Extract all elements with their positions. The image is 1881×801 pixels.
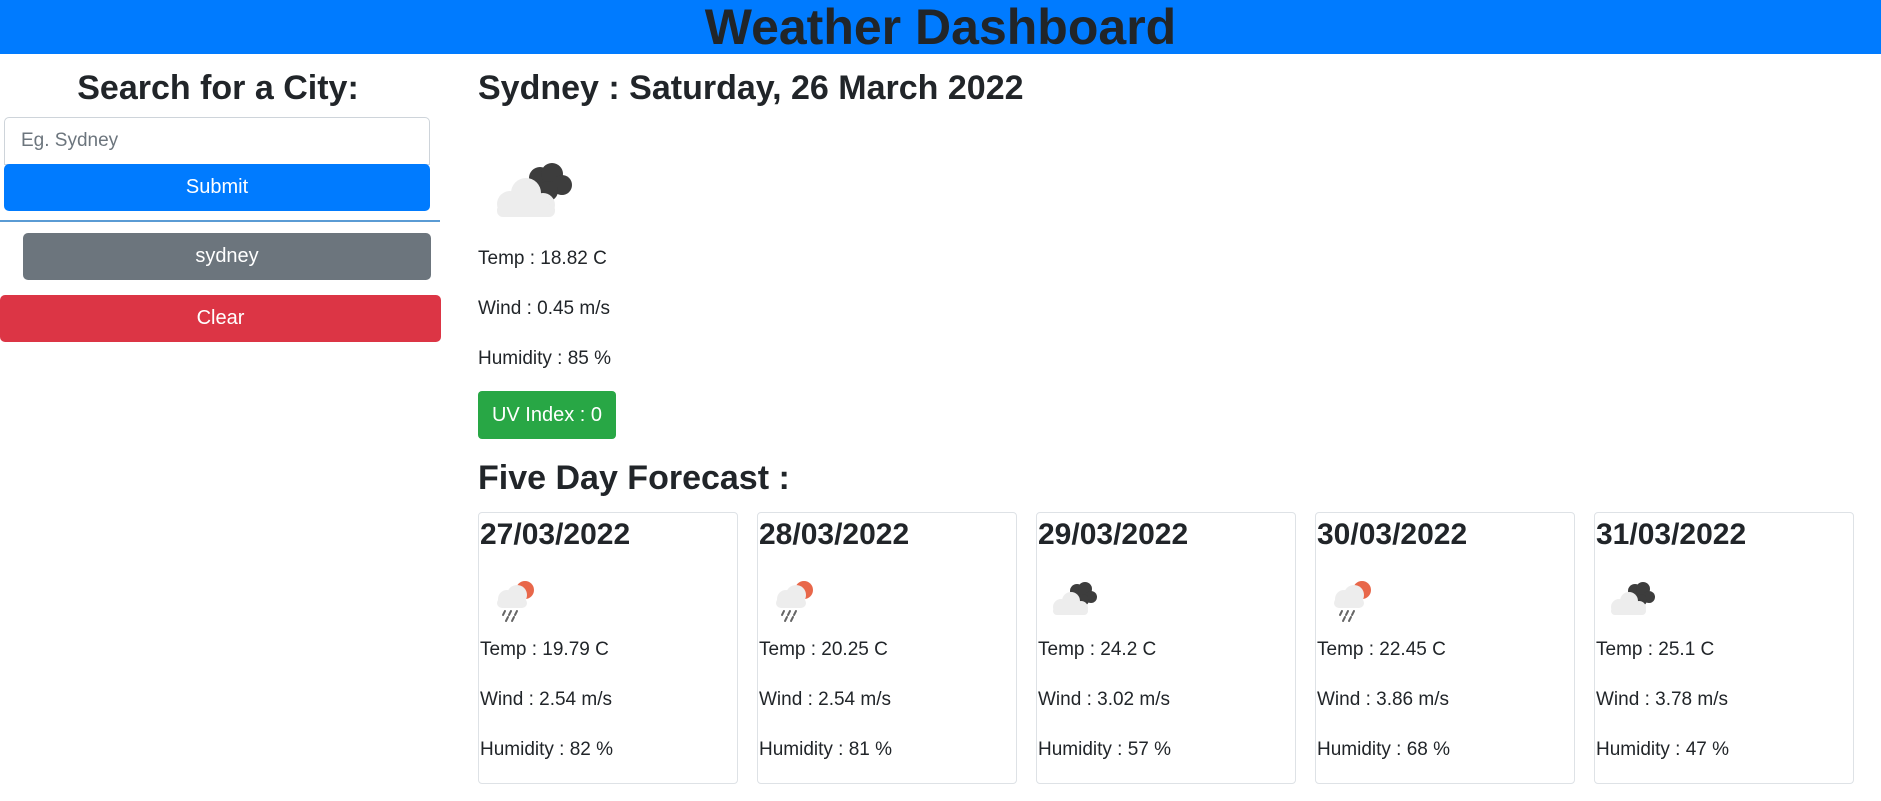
current-humidity: Humidity : 85 %	[478, 348, 612, 369]
forecast-temp: Temp : 22.45 C	[1317, 639, 1446, 660]
sidebar-divider	[0, 220, 440, 222]
city-search-input[interactable]	[4, 117, 430, 165]
forecast-humidity: Humidity : 68 %	[1317, 739, 1451, 760]
page-title: Weather Dashboard	[704, 0, 1177, 55]
forecast-card: 30/03/2022 Temp : 22.45 C Wind : 3.86 m/…	[1315, 512, 1575, 784]
overcast-clouds-icon	[1053, 582, 1097, 615]
forecast-humidity: Humidity : 82 %	[480, 739, 614, 760]
uv-index-badge: UV Index : 0	[478, 391, 616, 439]
forecast-card: 31/03/2022 Temp : 25.1 C Wind : 3.78 m/s…	[1594, 512, 1854, 784]
forecast-date: 29/03/2022	[1038, 518, 1189, 551]
light-rain-icon	[1334, 581, 1371, 622]
forecast-date: 30/03/2022	[1317, 518, 1468, 551]
forecast-wind: Wind : 3.86 m/s	[1317, 689, 1449, 710]
forecast-wind: Wind : 3.78 m/s	[1596, 689, 1728, 710]
forecast-card: 28/03/2022 Temp : 20.25 C Wind : 2.54 m/…	[757, 512, 1017, 784]
forecast-wind: Wind : 2.54 m/s	[480, 689, 612, 710]
search-heading: Search for a City:	[77, 69, 359, 107]
current-city-heading: Sydney : Saturday, 26 March 2022	[478, 69, 1024, 107]
app-header: Weather Dashboard	[0, 0, 1881, 54]
current-wind: Wind : 0.45 m/s	[478, 298, 610, 319]
forecast-humidity: Humidity : 81 %	[759, 739, 893, 760]
forecast-card: 29/03/2022 Temp : 24.2 C Wind : 3.02 m/s…	[1036, 512, 1296, 784]
forecast-humidity: Humidity : 57 %	[1038, 739, 1172, 760]
forecast-temp: Temp : 25.1 C	[1596, 639, 1715, 660]
forecast-card: 27/03/2022 Temp : 19.79 C Wind : 2.54 m/…	[478, 512, 738, 784]
light-rain-icon	[776, 581, 813, 622]
clear-button[interactable]: Clear	[0, 295, 441, 342]
forecast-temp: Temp : 20.25 C	[759, 639, 888, 660]
overcast-clouds-icon	[497, 163, 572, 217]
forecast-date: 28/03/2022	[759, 518, 910, 551]
forecast-heading: Five Day Forecast :	[478, 459, 790, 497]
history-button-sydney[interactable]: sydney	[23, 233, 431, 280]
forecast-wind: Wind : 2.54 m/s	[759, 689, 891, 710]
forecast-date: 27/03/2022	[480, 518, 631, 551]
forecast-humidity: Humidity : 47 %	[1596, 739, 1730, 760]
forecast-temp: Temp : 24.2 C	[1038, 639, 1157, 660]
forecast-wind: Wind : 3.02 m/s	[1038, 689, 1170, 710]
light-rain-icon	[497, 581, 534, 622]
forecast-temp: Temp : 19.79 C	[480, 639, 609, 660]
submit-button[interactable]: Submit	[4, 164, 430, 211]
current-temp: Temp : 18.82 C	[478, 248, 607, 269]
overcast-clouds-icon	[1611, 582, 1655, 615]
forecast-date: 31/03/2022	[1596, 518, 1747, 551]
